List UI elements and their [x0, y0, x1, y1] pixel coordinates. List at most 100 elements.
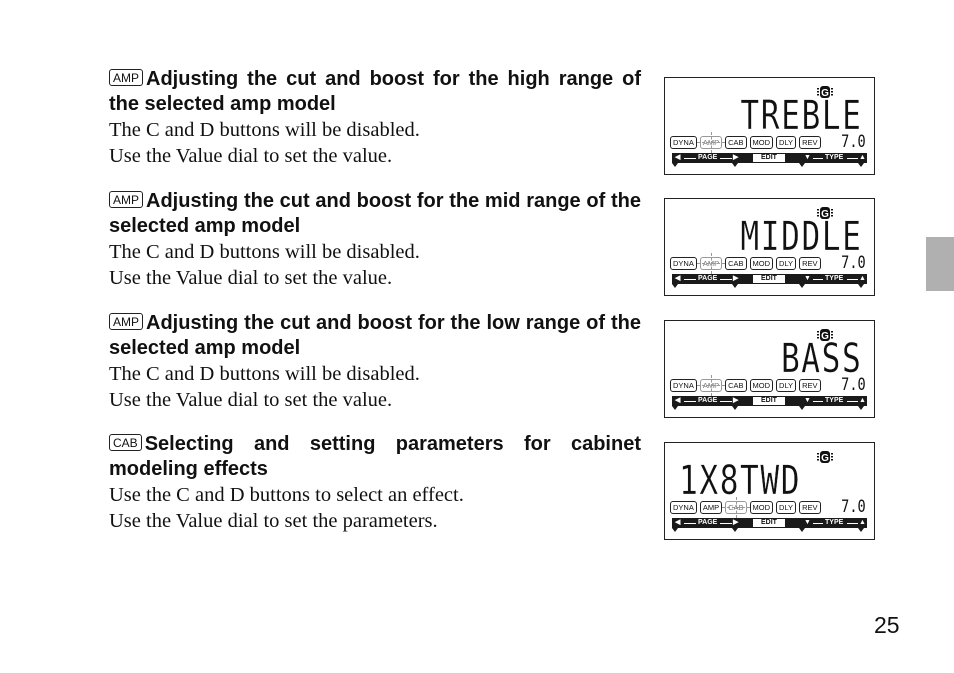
page-label: PAGE — [698, 397, 718, 404]
effect-tabs: DYNA AMP CAB MOD DLY REV — [670, 253, 821, 274]
effect-tab-amp: AMP — [696, 375, 726, 396]
divider — [847, 401, 858, 402]
effect-tab-amp: AMP — [696, 253, 726, 274]
lcd-parameter-name: TREBLE — [739, 93, 862, 139]
effect-tab-rev: REV — [799, 257, 821, 270]
button-pointer — [799, 528, 805, 532]
arrow-right-icon: ▶ — [733, 397, 739, 404]
arrow-right-icon: ▶ — [733, 519, 739, 526]
effect-tab-dyna: DYNA — [670, 501, 697, 514]
instruction-line: The C and D buttons will be disabled. — [109, 363, 420, 385]
instruction-section: AMP Adjusting the cut and boost for the l… — [109, 311, 641, 413]
effect-tab-cab: CAB — [725, 136, 747, 149]
effect-tab-cab: CAB — [725, 257, 747, 270]
arrow-left-icon: ◀ — [675, 275, 681, 282]
instruction-section: AMP Adjusting the cut and boost for the h… — [109, 67, 641, 169]
arrow-right-icon: ▶ — [733, 275, 739, 282]
button-pointer — [732, 284, 738, 288]
arrow-down-icon: ▼ — [804, 397, 811, 404]
divider — [720, 523, 732, 524]
type-label: TYPE — [825, 397, 844, 404]
button-pointer — [858, 284, 864, 288]
effect-tab-dyna: DYNA — [670, 379, 697, 392]
lcd-parameter-value: 7.0 — [841, 132, 866, 152]
page-label: PAGE — [698, 275, 718, 282]
arrow-left-icon: ◀ — [675, 519, 681, 526]
effect-tab-cab: CAB — [725, 379, 747, 392]
effect-tab-rev: REV — [799, 379, 821, 392]
effect-tabs: DYNA AMP CAB MOD DLY REV — [670, 497, 821, 518]
effect-tab-cab: CAB — [722, 497, 751, 518]
divider — [813, 279, 823, 280]
page-number: 25 — [874, 612, 900, 638]
lcd-display: G 1X8TWD DYNA AMP CAB MOD DLY REV 7.0 ◀ PAGE … — [664, 442, 875, 540]
edit-label: EDIT — [753, 397, 785, 405]
effect-tab-rev: REV — [799, 136, 821, 149]
divider — [813, 523, 823, 524]
effect-tab-mod: MOD — [749, 379, 774, 392]
effect-tab-mod: MOD — [749, 257, 774, 270]
arrow-down-icon: ▼ — [804, 519, 811, 526]
lcd-control-bar: ◀ PAGE ▶ EDIT ▼ TYPE ▲ — [672, 396, 867, 406]
section-heading: AMP Adjusting the cut and boost for the m… — [109, 189, 641, 239]
arrow-left-icon: ◀ — [675, 154, 681, 161]
effect-tab-amp: AMP — [699, 501, 723, 514]
effect-tab-amp: AMP — [696, 132, 726, 153]
lcd-control-bar: ◀ PAGE ▶ EDIT ▼ TYPE ▲ — [672, 153, 867, 163]
button-pointer — [732, 528, 738, 532]
instruction-line: The C and D buttons will be disabled. — [109, 119, 420, 141]
instruction-section: AMP Adjusting the cut and boost for the m… — [109, 189, 641, 291]
lcd-display: G MIDDLE DYNA AMP CAB MOD DLY REV 7.0 ◀ PAGE … — [664, 198, 875, 296]
section-heading-text: Adjusting the cut and boost for the mid … — [109, 190, 641, 237]
button-pointer — [799, 163, 805, 167]
effect-tag-badge: AMP — [109, 313, 144, 330]
divider — [847, 523, 858, 524]
edit-label: EDIT — [753, 275, 785, 283]
svg-text:G: G — [821, 453, 829, 464]
section-heading-text: Adjusting the cut and boost for the high… — [109, 68, 641, 115]
section-heading: CAB Selecting and setting parameters for … — [109, 432, 641, 482]
edit-label: EDIT — [753, 519, 785, 527]
type-label: TYPE — [825, 519, 844, 526]
instruction-line: Use the C and D buttons to select an eff… — [109, 484, 464, 506]
section-heading: AMP Adjusting the cut and boost for the h… — [109, 67, 641, 117]
effect-tab-dyna: DYNA — [670, 257, 697, 270]
divider — [684, 158, 696, 159]
edit-label: EDIT — [753, 154, 785, 162]
arrow-up-icon: ▲ — [859, 275, 866, 282]
lcd-parameter-name: 1X8TWD — [679, 458, 802, 504]
effect-tag-badge: AMP — [109, 69, 144, 86]
button-pointer — [672, 163, 678, 167]
button-pointer — [799, 284, 805, 288]
guitar-chip-icon: G — [817, 451, 833, 464]
type-label: TYPE — [825, 154, 844, 161]
button-pointer — [858, 528, 864, 532]
instruction-line: Use the Value dial to set the value. — [109, 389, 393, 411]
button-pointer — [799, 406, 805, 410]
section-heading: AMP Adjusting the cut and boost for the l… — [109, 311, 641, 361]
lcd-control-bar: ◀ PAGE ▶ EDIT ▼ TYPE ▲ — [672, 518, 867, 528]
divider — [813, 158, 823, 159]
divider — [684, 279, 696, 280]
instruction-line: The C and D buttons will be disabled. — [109, 241, 420, 263]
effect-tab-dly: DLY — [776, 379, 797, 392]
button-pointer — [672, 528, 678, 532]
button-pointer — [672, 406, 678, 410]
arrow-up-icon: ▲ — [859, 519, 866, 526]
effect-tab-dyna: DYNA — [670, 136, 697, 149]
page-label: PAGE — [698, 519, 718, 526]
divider — [720, 158, 732, 159]
button-pointer — [858, 406, 864, 410]
section-heading-text: Adjusting the cut and boost for the low … — [109, 312, 641, 359]
arrow-down-icon: ▼ — [804, 154, 811, 161]
instruction-line: Use the Value dial to set the value. — [109, 267, 393, 289]
effect-tab-dly: DLY — [776, 257, 797, 270]
page-label: PAGE — [698, 154, 718, 161]
button-pointer — [732, 406, 738, 410]
arrow-down-icon: ▼ — [804, 275, 811, 282]
instruction-line: Use the Value dial to set the parameters… — [109, 510, 438, 532]
divider — [684, 401, 696, 402]
effect-tab-dly: DLY — [776, 136, 797, 149]
arrow-left-icon: ◀ — [675, 397, 681, 404]
divider — [813, 401, 823, 402]
